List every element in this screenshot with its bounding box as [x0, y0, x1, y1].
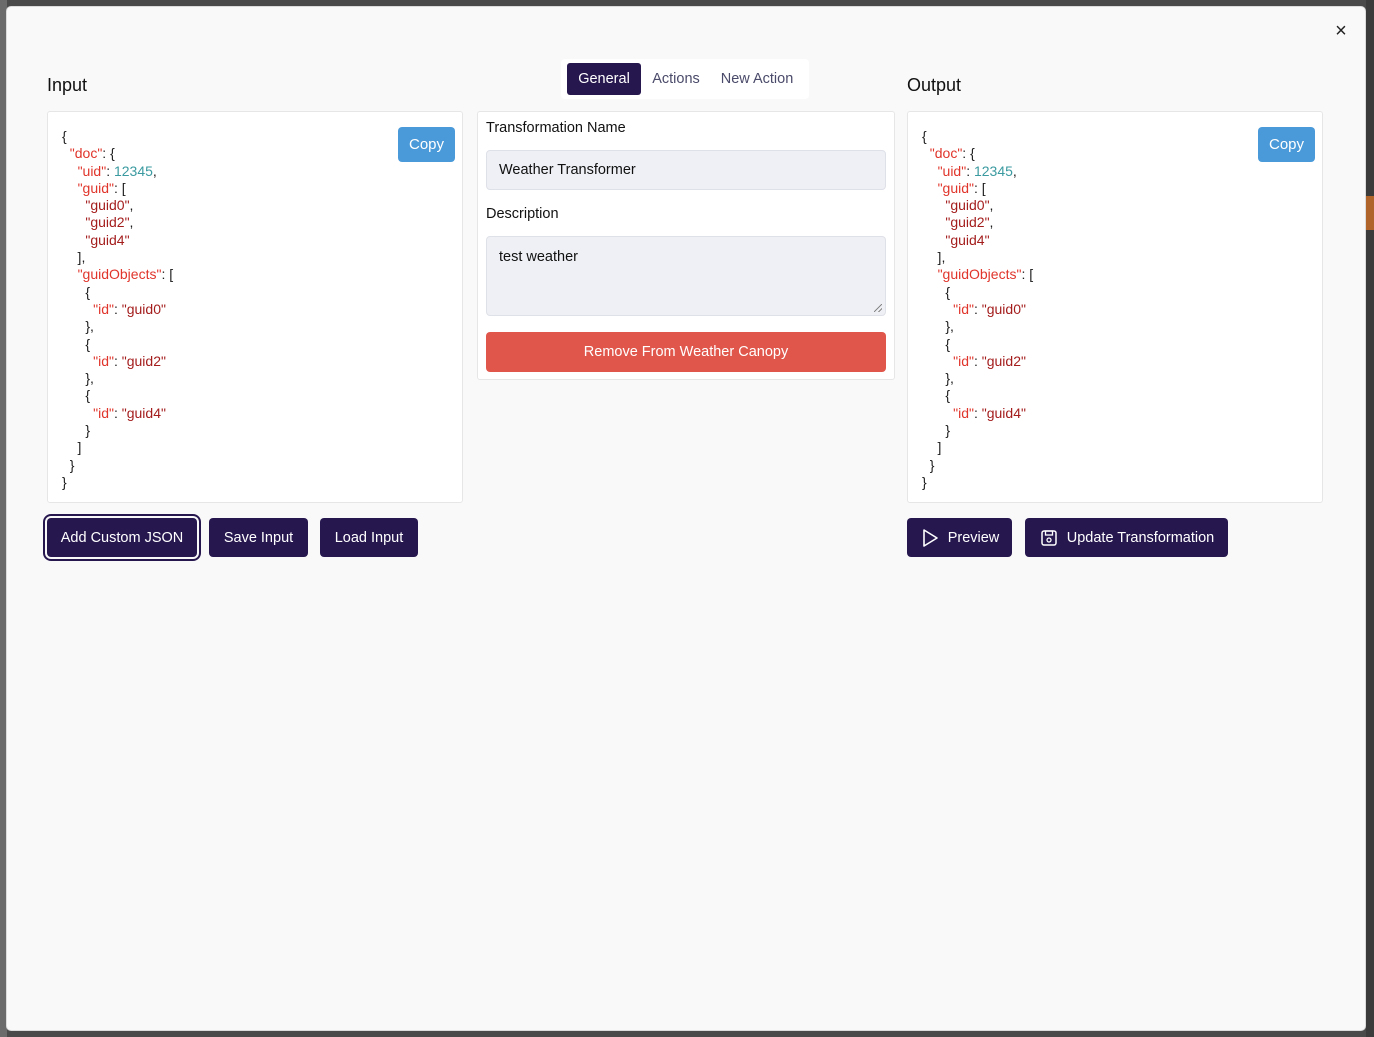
output-json-code: { "doc": { "uid": 12345, "guid": [ "guid… [922, 128, 1034, 490]
json-key: "id" [953, 300, 974, 317]
json-key: "guid" [937, 179, 974, 196]
json-string: "guid2" [981, 352, 1026, 369]
json-key: "uid" [77, 162, 107, 179]
tab-actions[interactable]: Actions [645, 63, 707, 95]
json-key: "guidObjects" [937, 266, 1022, 283]
transformation-name-label: Transformation Name [486, 120, 626, 136]
close-icon[interactable]: × [1331, 21, 1351, 41]
update-transformation-button[interactable]: Update Transformation [1025, 518, 1228, 557]
save-icon [1041, 529, 1057, 546]
json-key: "id" [93, 352, 114, 369]
output-copy-button[interactable]: Copy [1258, 127, 1315, 162]
tab-bar: General Actions New Action [561, 59, 809, 99]
json-string: "guid0" [85, 197, 130, 214]
json-string: "guid4" [981, 404, 1026, 421]
tab-new-action[interactable]: New Action [713, 63, 801, 95]
preview-button[interactable]: Preview [907, 518, 1012, 557]
description-label: Description [486, 206, 559, 222]
output-json-panel[interactable]: { "doc": { "uid": 12345, "guid": [ "guid… [907, 111, 1323, 503]
background-page [0, 0, 7, 1037]
json-key: "doc" [69, 145, 103, 162]
json-string: "guid0" [945, 197, 990, 214]
input-title: Input [47, 75, 88, 95]
description-text: test weather [499, 249, 578, 265]
json-number: 12345 [113, 162, 153, 179]
update-transformation-label: Update Transformation [1066, 529, 1215, 546]
add-custom-json-button[interactable]: Add Custom JSON [47, 518, 197, 557]
json-string: "guid0" [121, 300, 166, 317]
play-icon [922, 528, 938, 547]
input-copy-button[interactable]: Copy [398, 127, 455, 162]
input-json-panel[interactable]: { "doc": { "uid": 12345, "guid": [ "guid… [47, 111, 463, 503]
output-title: Output [907, 75, 962, 95]
json-string: "guid2" [945, 214, 990, 231]
transformation-name-input[interactable] [486, 150, 886, 190]
tab-general[interactable]: General [567, 63, 641, 95]
background-page-edge [1366, 0, 1374, 1037]
load-input-button[interactable]: Load Input [320, 518, 418, 557]
save-input-button[interactable]: Save Input [209, 518, 308, 557]
json-string: "guid2" [121, 352, 166, 369]
resize-handle-icon[interactable] [874, 304, 882, 312]
json-key: "uid" [937, 162, 967, 179]
json-key: "id" [953, 404, 974, 421]
json-key: "id" [93, 300, 114, 317]
json-string: "guid4" [945, 231, 990, 248]
json-string: "guid0" [981, 300, 1026, 317]
json-key: "doc" [929, 145, 963, 162]
json-string: "guid2" [85, 214, 130, 231]
input-json-code: { "doc": { "uid": 12345, "guid": [ "guid… [62, 128, 174, 490]
json-key: "guidObjects" [77, 266, 162, 283]
json-key: "id" [93, 404, 114, 421]
preview-label: Preview [947, 529, 1000, 546]
general-form: Transformation Name Description test wea… [477, 111, 895, 380]
transformation-modal: × Input { "doc": { "uid": 12345, "guid":… [7, 7, 1365, 1030]
json-string: "guid4" [121, 404, 166, 421]
json-string: "guid4" [85, 231, 130, 248]
json-key: "id" [953, 352, 974, 369]
description-textarea[interactable]: test weather [486, 236, 886, 316]
json-key: "guid" [77, 179, 114, 196]
json-number: 12345 [973, 162, 1013, 179]
remove-from-canopy-button[interactable]: Remove From Weather Canopy [486, 332, 886, 372]
